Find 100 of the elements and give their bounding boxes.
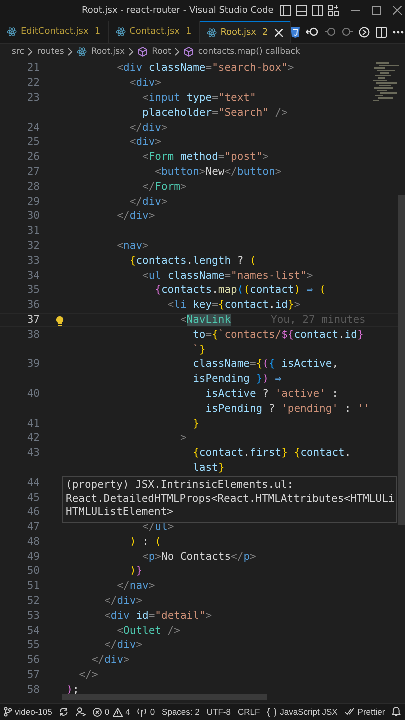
react-icon [77,47,88,57]
warning-icon [112,708,123,716]
breadcrumb-item[interactable]: src [12,47,24,57]
line-number: 47 [27,521,40,534]
line-number: 25 [27,136,40,148]
code-line: <p>No Contacts</p> [142,550,256,563]
code-line: <li key={contact.id}> [168,299,301,312]
code-line: <Form method="post"> [142,151,269,164]
code-line: > [180,432,187,444]
breadcrumb-item[interactable]: Root.jsx [91,47,126,57]
status-item[interactable]: CRLF [238,707,260,717]
grid-layout-icon[interactable] [328,5,339,16]
sync-icon[interactable] [59,707,70,717]
code-line: </div> [104,595,143,608]
breadcrumb-item[interactable]: routes [37,47,64,57]
code-line: </div> [104,639,143,652]
line-number: 46 [27,506,40,518]
scrollbar-thumb[interactable] [398,195,405,525]
line-number: 31 [27,225,40,238]
line-number: 56 [27,654,40,666]
code-line: <Outlet /> [117,624,180,637]
line-number: 40 [27,388,40,400]
line-number: 23 [27,92,40,104]
split-layout-icon[interactable] [312,5,323,16]
code-line: <input type="text" [142,92,256,104]
code-line: <div className="search-box"> [117,62,294,74]
line-number: 35 [27,284,40,296]
back-arrow-icon[interactable] [306,27,320,37]
braces-icon [267,708,278,716]
panel-layout-icon[interactable] [296,5,307,16]
code-line: </div> [130,196,168,208]
code-line: <div> [130,136,162,148]
code-line: <ul className="names-list"> [142,270,314,282]
type-signature: (property) JSX.IntrinsicElements.ul: [66,479,294,492]
antenna-icon [137,707,148,717]
breadcrumb-item[interactable]: contacts.map() callback [198,47,300,57]
split-editor-icon[interactable] [376,26,388,38]
line-number: 52 [27,595,40,608]
line-number: 29 [27,196,40,208]
line-number: 41 [27,418,40,430]
line-number: 58 [27,684,40,696]
language-status[interactable]: JavaScript JSX [267,707,338,717]
code-line: className={({ isActive, [193,358,339,370]
line-number: 55 [27,639,40,652]
line-number: 45 [27,492,40,504]
lightbulb-icon[interactable] [56,316,64,327]
error-icon [92,708,102,716]
previous-change-icon[interactable] [325,27,336,37]
css-file-icon[interactable] [291,26,300,38]
next-change-icon[interactable] [342,27,354,37]
editor-tab[interactable]: Contact.jsx 1 [108,21,200,43]
code-line: <div id="detail"> [104,610,212,622]
line-number: 39 [27,358,40,370]
line-number: 22 [27,77,40,90]
formatter-status[interactable]: Prettier [344,707,386,717]
minimap[interactable] [373,62,397,102]
sidebar-layout-icon[interactable] [280,5,291,16]
bell-icon[interactable] [392,707,401,717]
window-title: Root.jsx - react-router - Visual Studio Code [82,6,274,16]
code-line: <button>New</button> [155,166,282,178]
type-signature: HTMLUListElement> [66,506,174,520]
more-icon[interactable] [393,30,404,34]
code-line: <nav> [117,240,149,252]
ports-status[interactable]: 0 [137,707,156,717]
person-icon[interactable] [76,707,86,717]
code-line: ) : ( [130,536,162,548]
line-number: 42 [27,432,40,444]
line-number: 50 [27,565,40,578]
chevron-icon [68,48,74,56]
chevron-icon [28,48,34,56]
code-line: <NavLink [180,314,232,326]
code-line: last} [193,462,225,474]
horizontal-scrollbar[interactable] [62,694,267,700]
line-number: 26 [27,151,40,164]
line-number: 27 [27,166,40,178]
cube-icon [138,47,148,57]
code-line: placeholder="Search" /> [142,106,288,119]
chevron-icon [129,48,134,56]
status-item[interactable]: UTF-8 [206,707,231,717]
code-line: isActive ? 'active' : [206,388,338,400]
editor-tab[interactable]: Root.jsx 2 [200,21,292,43]
status-item[interactable]: Spaces: 2 [162,707,200,717]
code-line: isPending ? 'pending' : '' [206,402,370,415]
code-line: </div> [117,210,156,222]
line-number: 32 [27,240,40,252]
timeline-icon[interactable] [359,26,370,38]
line-number: 43 [27,447,40,460]
branch-status[interactable]: video-105 [4,707,52,717]
code-line: isPending }) ⇒ [193,373,282,386]
line-number: 48 [27,536,40,548]
code-line: to={`contacts/${contact.id} [193,328,364,341]
chevron-icon [175,48,180,56]
problems-status[interactable]: 0 4 [92,707,130,717]
code-line: </> [79,669,98,682]
cube-icon [184,47,194,57]
breadcrumb-item[interactable]: Root [152,47,172,57]
type-signature: React.DetailedHTMLProps<React.HTMLAttributes<HTMLULi [66,492,395,506]
code-line: } [193,418,200,430]
close-icon[interactable] [392,6,402,15]
maximize-icon[interactable] [372,6,381,15]
